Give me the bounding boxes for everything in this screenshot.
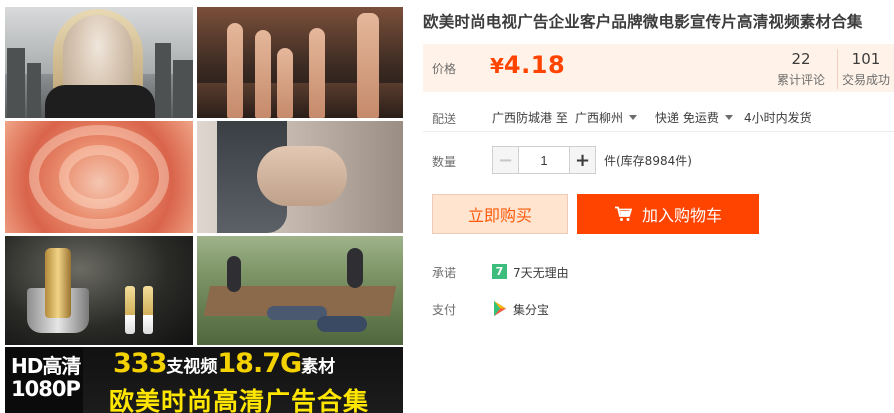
- buy-now-button[interactable]: 立即购买: [432, 194, 568, 234]
- chevron-down-icon: [724, 115, 733, 120]
- quantity-row: 数量 − + 件(库存8984件): [423, 146, 894, 174]
- chevron-down-icon: [629, 115, 638, 120]
- video-count-word: 支视频: [166, 357, 218, 377]
- thumb-picnic-group: [197, 236, 403, 345]
- thumb-couple: [197, 121, 403, 233]
- add-to-cart-label: 加入购物车: [641, 206, 722, 225]
- sold-label: 交易成功: [841, 73, 890, 87]
- price-label: 价格: [432, 62, 457, 76]
- hd-label: HD高清: [11, 354, 81, 378]
- video-count: 333: [113, 348, 167, 379]
- decrease-quantity-button[interactable]: −: [493, 147, 519, 173]
- promise-text[interactable]: 7天无理由: [513, 264, 569, 281]
- shipping-row: 配送 广西防城港 至 广西柳州 快递 免运费 4小时内发货: [423, 106, 894, 132]
- ship-to-label: 广西柳州: [575, 111, 624, 125]
- reviews-count: 22: [791, 50, 811, 68]
- reviews-label: 累计评论: [776, 73, 825, 87]
- ship-from: 广西防城港 至: [492, 111, 568, 125]
- payment-row: 支付 集分宝: [423, 299, 894, 319]
- currency-symbol: ¥: [490, 54, 504, 78]
- promise-label: 承诺: [432, 266, 457, 280]
- quantity-input[interactable]: [519, 147, 569, 173]
- ship-method-select[interactable]: 快递 免运费: [655, 109, 733, 126]
- resolution-label: 1080P: [11, 377, 81, 401]
- size-value: 18.7G: [217, 348, 302, 379]
- thumb-coral-swirl: [5, 121, 193, 233]
- hd-badge: HD高清 1080P: [5, 347, 83, 413]
- thumb-runway-models: [197, 7, 403, 118]
- dispatch-time: 4小时内发货: [744, 111, 812, 125]
- promo-banner: HD高清 1080P 333支视频18.7G素材 欧美时尚高清广告合集: [5, 347, 403, 413]
- seven-day-return-icon: 7: [492, 264, 507, 279]
- sold-count: 101: [851, 50, 881, 68]
- banner-subtitle: 欧美时尚高清广告合集: [109, 387, 370, 413]
- product-image-gallery[interactable]: HD高清 1080P 333支视频18.7G素材 欧美时尚高清广告合集: [5, 7, 403, 413]
- thumb-champagne: [5, 236, 193, 345]
- stock-info: 件(库存8984件): [604, 154, 692, 168]
- shipping-label: 配送: [432, 112, 457, 126]
- cart-icon: [614, 206, 632, 221]
- promise-row: 承诺 7 7天无理由: [423, 262, 894, 282]
- price-panel: 价格 ¥4.18 22 累计评论 101 交易成功: [423, 44, 894, 92]
- price-amount: 4.18: [503, 51, 566, 79]
- size-word: 素材: [301, 357, 336, 377]
- add-to-cart-button[interactable]: 加入购物车: [577, 194, 759, 234]
- sold-stat: 101 交易成功: [837, 49, 894, 89]
- increase-quantity-button[interactable]: +: [569, 147, 595, 173]
- quantity-label: 数量: [432, 155, 457, 169]
- reviews-stat[interactable]: 22 累计评论: [771, 49, 831, 89]
- payment-method: 集分宝: [513, 303, 550, 317]
- banner-count-line: 333支视频18.7G素材: [113, 348, 335, 379]
- price-value: ¥4.18: [490, 51, 565, 79]
- jifenbao-icon: [494, 301, 506, 316]
- quantity-stepper: − +: [492, 146, 596, 174]
- ship-method-label: 快递 免运费: [655, 111, 719, 125]
- payment-label: 支付: [432, 303, 457, 317]
- product-title: 欧美时尚电视广告企业客户品牌微电影宣传片高清视频素材合集: [423, 13, 863, 31]
- thumb-woman-portrait: [5, 7, 193, 118]
- ship-to-select[interactable]: 广西柳州: [575, 109, 638, 126]
